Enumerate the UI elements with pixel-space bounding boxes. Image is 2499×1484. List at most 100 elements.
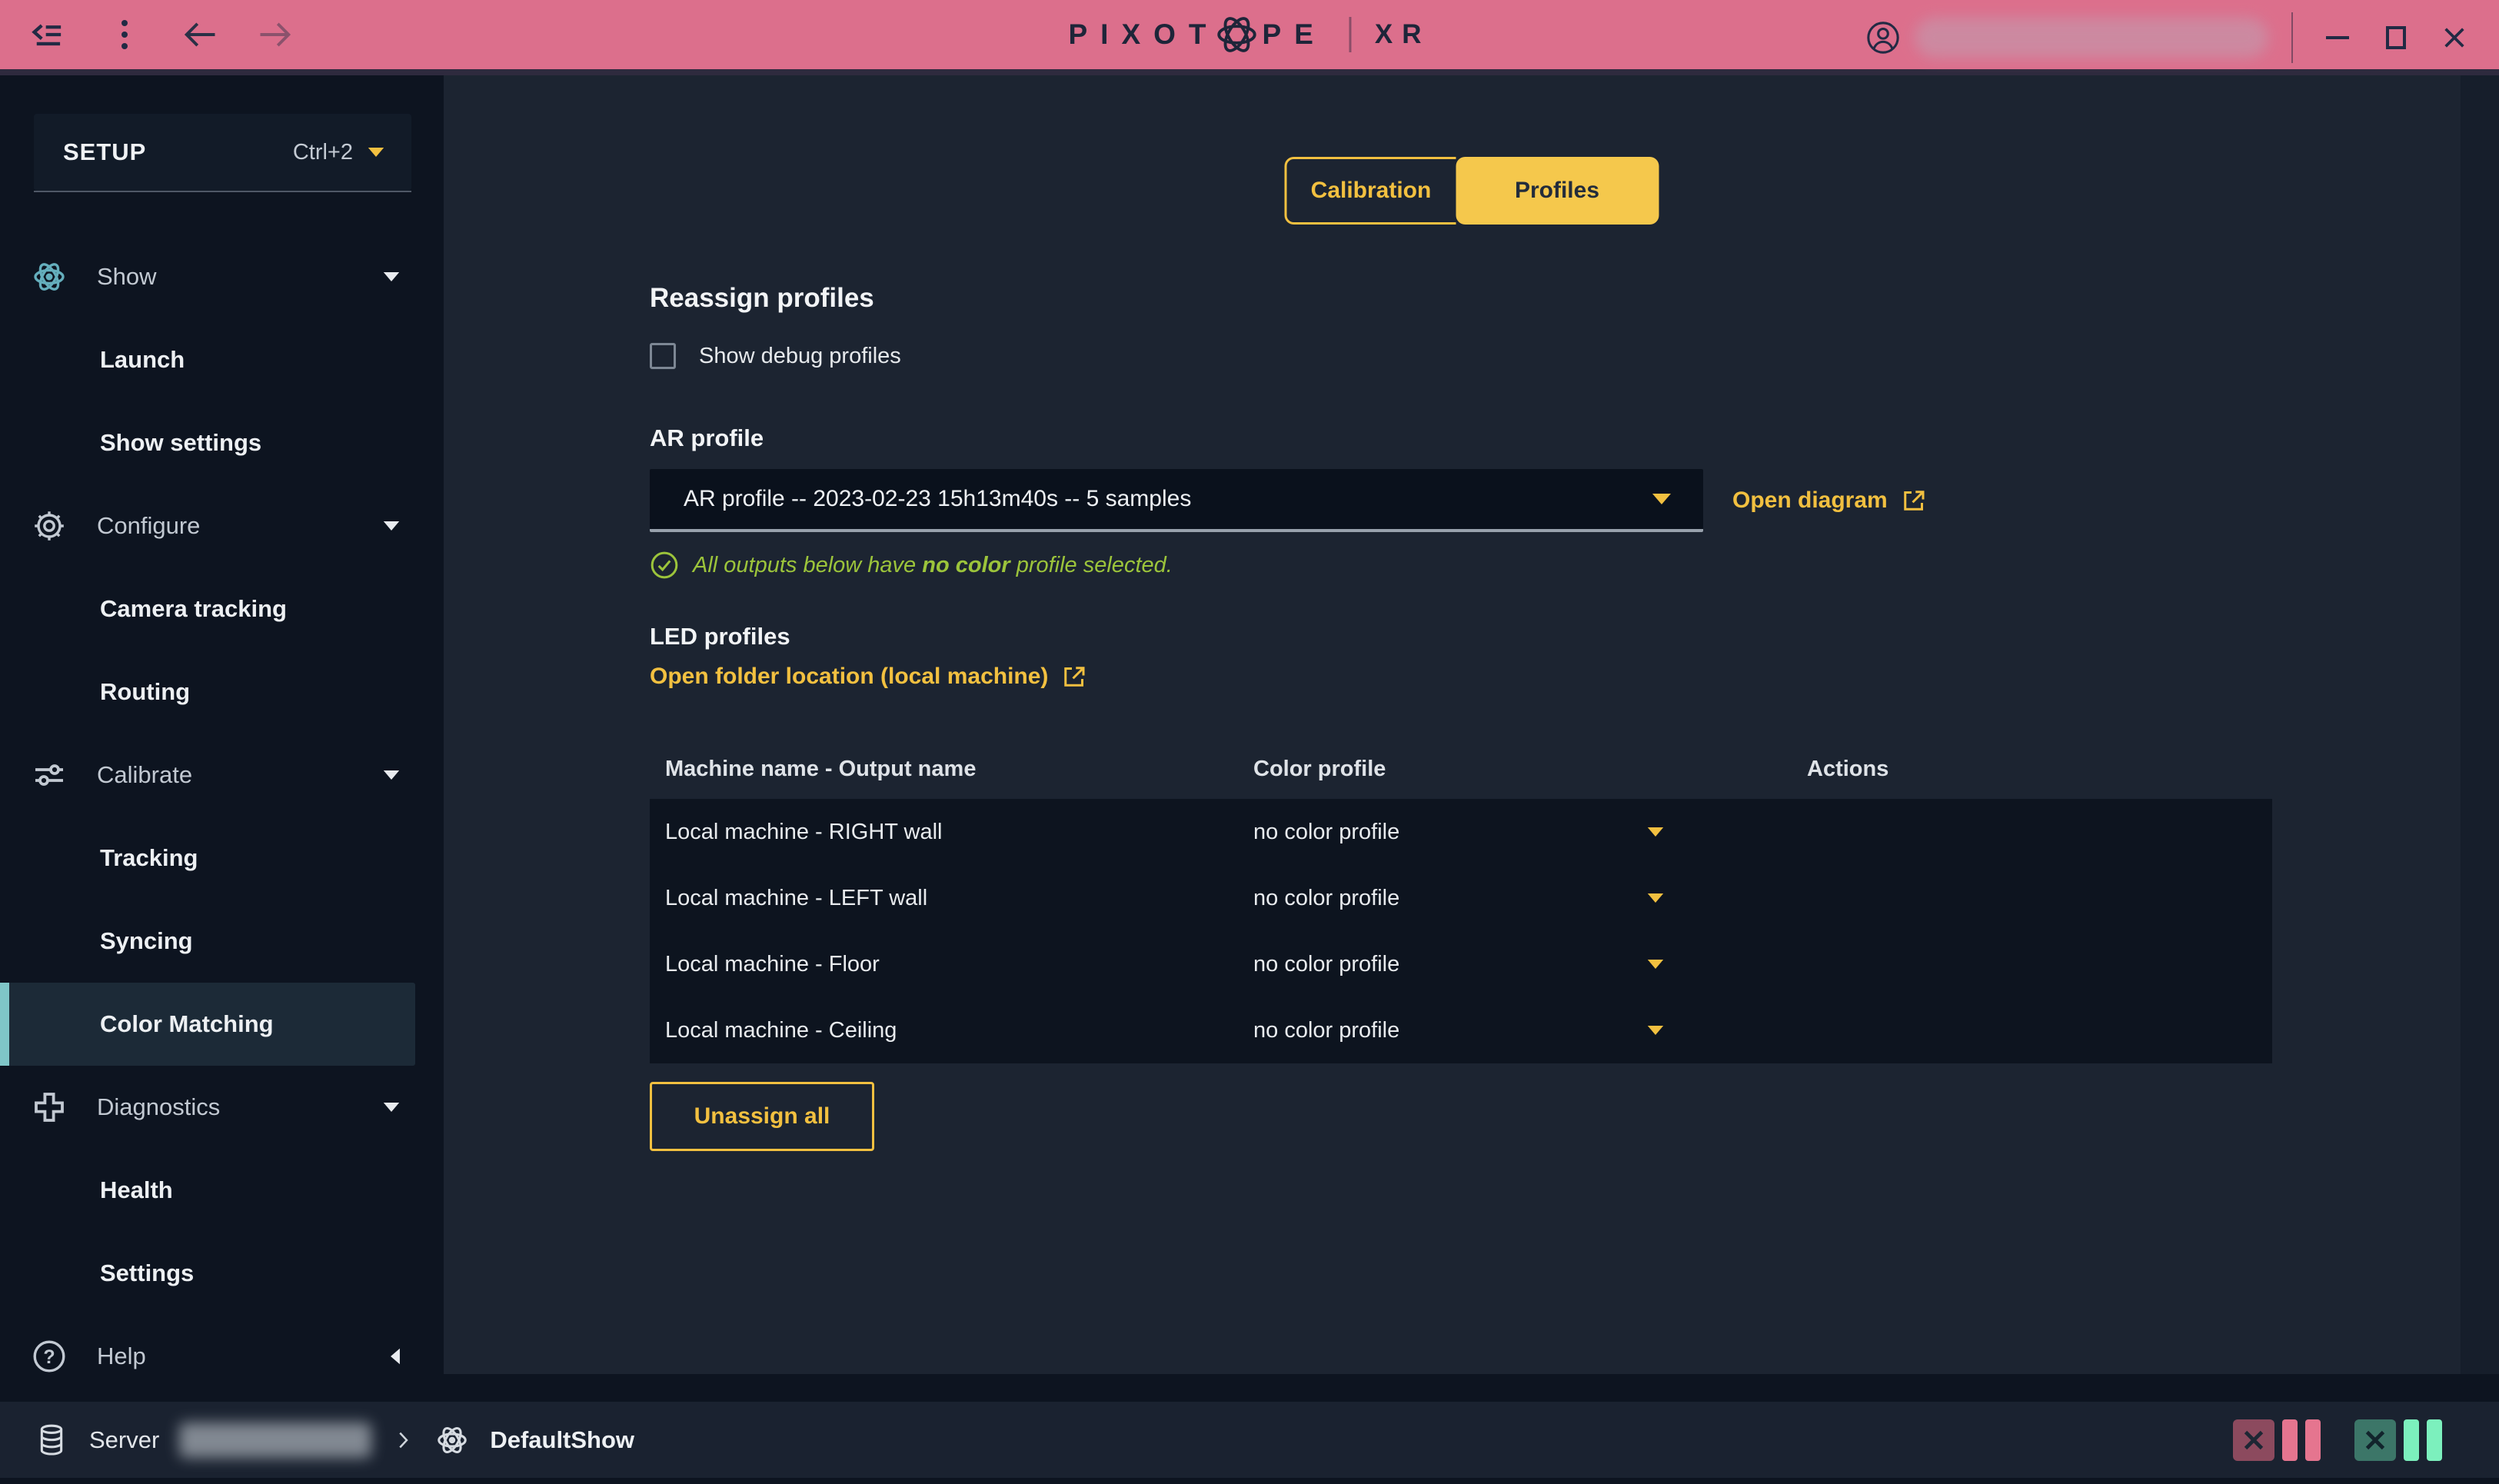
chevron-down-icon (384, 770, 399, 780)
machine-output-name: Local machine - Ceiling (650, 1018, 1238, 1043)
check-circle-icon (650, 551, 679, 580)
open-folder-link[interactable]: Open folder location (local machine) (650, 663, 2272, 690)
sidebar-item-health[interactable]: Health (0, 1149, 444, 1232)
table-row: Local machine - RIGHT wall no color prof… (650, 799, 2272, 865)
title-bar: PIXOT PE XR (0, 0, 2499, 75)
chevron-down-icon (1648, 1026, 1663, 1035)
server-name-redacted (179, 1422, 371, 1458)
user-icon (1865, 20, 1901, 55)
ar-profile-select[interactable]: AR profile -- 2023-02-23 15h13m40s -- 5 … (650, 469, 1703, 532)
sidebar-item-settings[interactable]: Settings (0, 1232, 444, 1315)
server-database-icon (34, 1422, 69, 1458)
mode-shortcut: Ctrl+2 (293, 140, 353, 165)
table-row: Local machine - Floor no color profile (650, 931, 2272, 997)
current-show-name[interactable]: DefaultShow (490, 1426, 634, 1454)
logo-atom-icon (1213, 11, 1261, 58)
color-profile-value: no color profile (1253, 820, 1399, 845)
kebab-menu-icon[interactable] (105, 15, 145, 55)
sidebar-item-configure[interactable]: Configure (0, 484, 444, 567)
sidebar-item-label: Calibrate (97, 761, 192, 789)
sidebar-item-show-settings[interactable]: Show settings (0, 401, 444, 484)
machine-output-name: Local machine - Floor (650, 952, 1238, 977)
chevron-down-icon (1652, 494, 1671, 504)
sidebar-item-help[interactable]: ? Help (0, 1315, 444, 1398)
window-controls-divider (2291, 12, 2293, 63)
sidebar-divider (34, 191, 411, 192)
main-panel: Calibration Profiles Reassign profiles S… (444, 75, 2499, 1374)
color-profile-select[interactable]: no color profile (1238, 886, 1792, 911)
sidebar-item-label: Color Matching (100, 1010, 274, 1038)
mode-label: SETUP (63, 138, 146, 166)
chevron-down-icon (368, 148, 384, 157)
atom-icon (31, 258, 68, 295)
sidebar-item-label: Health (100, 1176, 173, 1204)
table-row: Local machine - LEFT wall no color profi… (650, 865, 2272, 931)
col-header-machine: Machine name - Output name (650, 757, 1238, 782)
breadcrumb-chevron-icon (391, 1426, 414, 1454)
open-folder-label: Open folder location (local machine) (650, 664, 1048, 690)
mode-selector[interactable]: SETUP Ctrl+2 (34, 114, 411, 191)
chevron-down-icon (1648, 960, 1663, 969)
sidebar-item-tracking[interactable]: Tracking (0, 817, 444, 900)
status-text-prefix: All outputs below have (693, 553, 922, 577)
collapse-sidebar-icon[interactable] (29, 15, 69, 55)
status-text-suffix: profile selected. (1010, 553, 1173, 577)
led-profiles-table: Local machine - RIGHT wall no color prof… (650, 799, 2272, 1063)
debug-profiles-toggle[interactable]: Show debug profiles (650, 343, 2272, 369)
status-text-emphasis: no color (922, 553, 1010, 577)
page-title: Reassign profiles (650, 283, 2272, 314)
sidebar-item-launch[interactable]: Launch (0, 318, 444, 401)
open-diagram-link[interactable]: Open diagram (1732, 487, 1928, 514)
logo-divider (1349, 17, 1352, 52)
sidebar-item-camera-tracking[interactable]: Camera tracking (0, 567, 444, 650)
sidebar-item-routing[interactable]: Routing (0, 650, 444, 734)
close-button[interactable] (2436, 19, 2473, 56)
chevron-down-icon (384, 521, 399, 531)
color-profile-value: no color profile (1253, 1018, 1399, 1043)
chevron-down-icon (384, 1103, 399, 1112)
unassign-all-label: Unassign all (694, 1103, 830, 1130)
ar-profile-value: AR profile -- 2023-02-23 15h13m40s -- 5 … (684, 486, 1191, 512)
server-label[interactable]: Server (89, 1426, 159, 1454)
engine-bar-icon (2404, 1419, 2419, 1461)
show-atom-icon (434, 1422, 470, 1458)
sidebar-item-label: Routing (100, 678, 190, 706)
chevron-left-icon (391, 1349, 400, 1364)
unassign-all-button[interactable]: Unassign all (650, 1082, 874, 1151)
color-profile-select[interactable]: no color profile (1238, 820, 1792, 845)
forward-arrow-icon[interactable] (255, 15, 295, 55)
engine-bar-icon (2282, 1419, 2298, 1461)
color-profile-value: no color profile (1253, 952, 1399, 977)
sidebar-item-label: Diagnostics (97, 1093, 220, 1121)
stop-engine-pink-button[interactable] (2233, 1419, 2274, 1461)
panel-bottom-gap (444, 1374, 2499, 1402)
maximize-button[interactable] (2378, 19, 2414, 56)
sidebar-item-calibrate[interactable]: Calibrate (0, 734, 444, 817)
minimize-button[interactable] (2319, 19, 2356, 56)
checkbox-label: Show debug profiles (699, 344, 901, 369)
led-profiles-heading: LED profiles (650, 623, 2272, 650)
color-profile-select[interactable]: no color profile (1238, 952, 1792, 977)
open-diagram-label: Open diagram (1732, 487, 1888, 514)
table-header: Machine name - Output name Color profile… (650, 757, 2272, 782)
gear-icon (31, 507, 68, 544)
scrollbar-gutter[interactable] (2461, 75, 2499, 1374)
checkbox-icon[interactable] (650, 343, 676, 369)
app-logo: PIXOT PE XR (1068, 11, 1430, 58)
sidebar-item-diagnostics[interactable]: Diagnostics (0, 1066, 444, 1149)
ar-status-message: All outputs below have no color profile … (650, 551, 2272, 580)
color-profile-value: no color profile (1253, 886, 1399, 911)
stop-engine-green-button[interactable] (2354, 1419, 2396, 1461)
col-header-profile: Color profile (1238, 757, 1792, 782)
engine-status-pink (2233, 1419, 2321, 1461)
back-arrow-icon[interactable] (180, 15, 220, 55)
user-account-button[interactable] (1865, 18, 2268, 58)
machine-output-name: Local machine - RIGHT wall (650, 820, 1238, 845)
logo-text-right: PE (1263, 18, 1326, 51)
sidebar-item-syncing[interactable]: Syncing (0, 900, 444, 983)
sidebar-item-label: Tracking (100, 844, 198, 872)
sidebar-item-color-matching[interactable]: Color Matching (0, 983, 415, 1066)
sidebar-item-show[interactable]: Show (0, 235, 444, 318)
sidebar-item-label: Camera tracking (100, 595, 287, 623)
color-profile-select[interactable]: no color profile (1238, 1018, 1792, 1043)
